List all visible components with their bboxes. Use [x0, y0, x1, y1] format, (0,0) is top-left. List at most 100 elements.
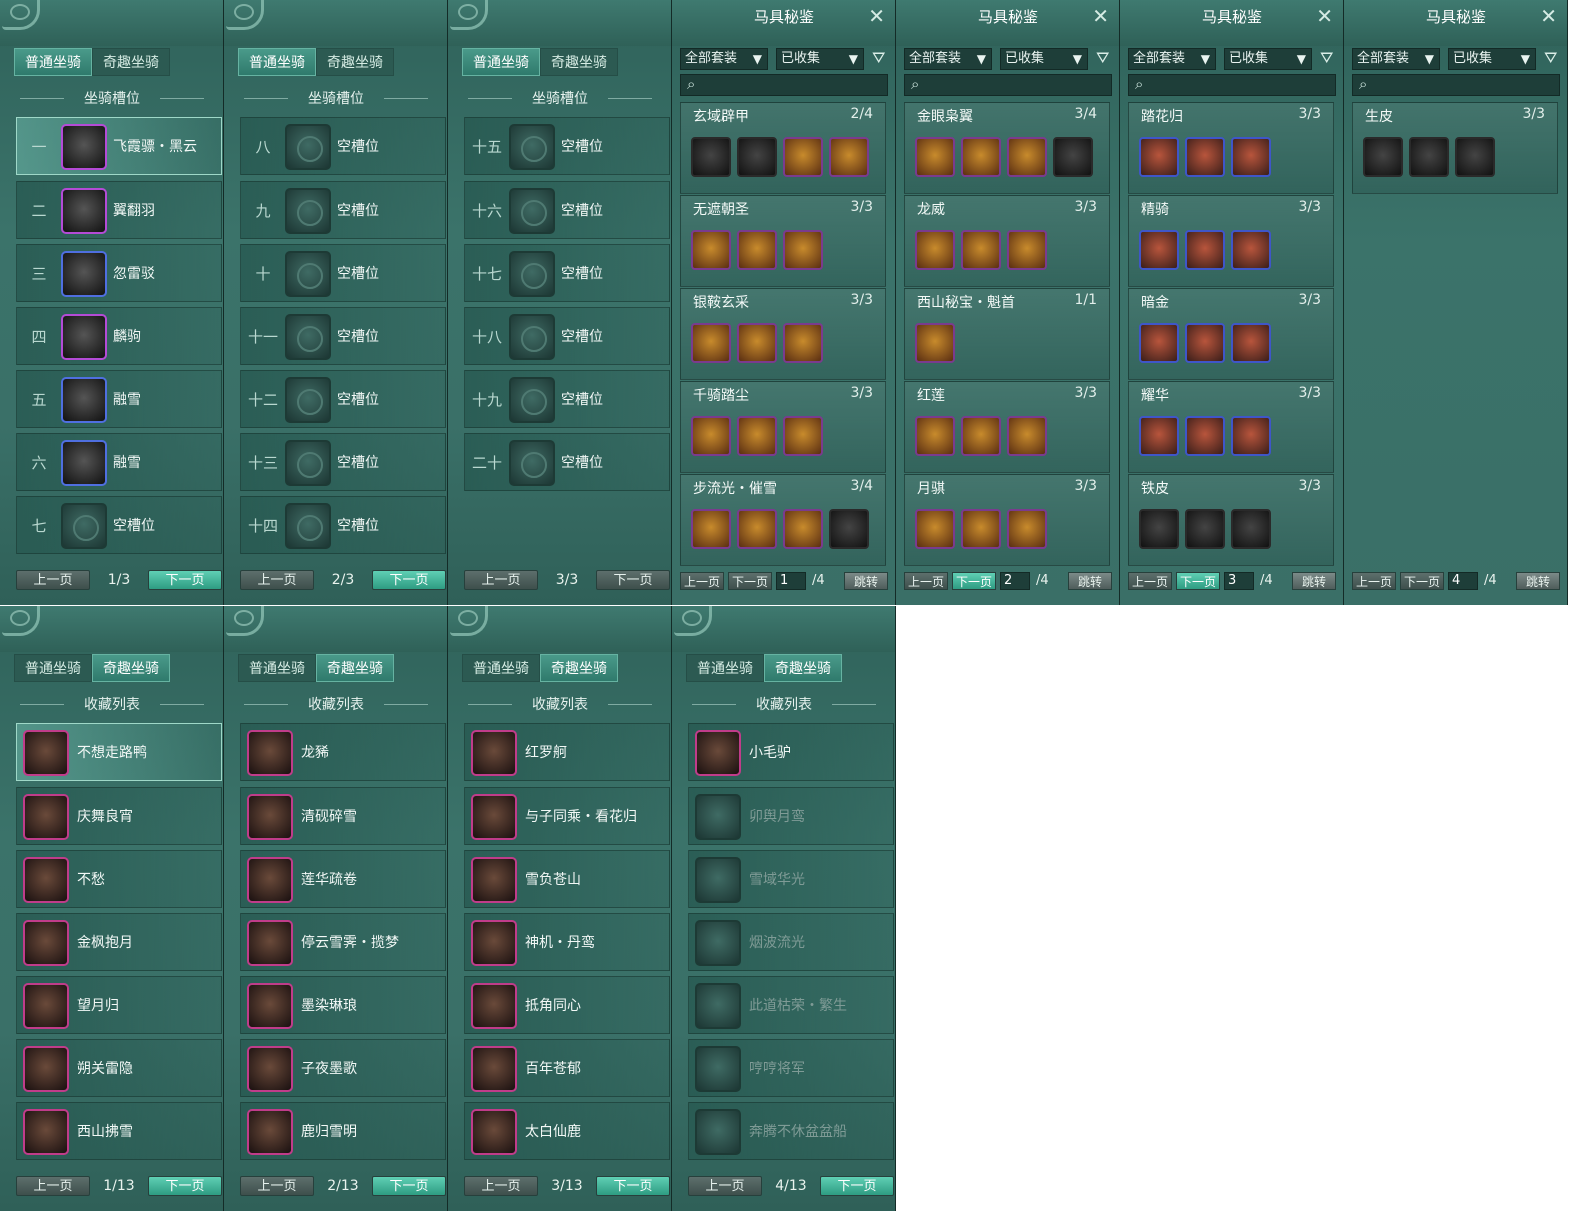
slot-row[interactable]: 八 空槽位 [240, 117, 446, 175]
equipment-item-icon[interactable] [1231, 509, 1271, 549]
tab-normal-mount[interactable]: 普通坐骑 [238, 48, 316, 76]
equipment-item-icon[interactable] [1139, 137, 1179, 177]
collection-row[interactable]: 小毛驴 [688, 723, 894, 781]
prev-page-button[interactable]: 上一页 [240, 570, 314, 590]
collection-row[interactable]: 不愁 [16, 850, 222, 908]
equipment-item-icon[interactable] [783, 230, 823, 270]
equipment-set-card[interactable]: 铁皮 3/3 [1128, 474, 1334, 566]
set-filter-dropdown[interactable]: 全部套装 ▼ [1352, 48, 1440, 70]
collection-row[interactable]: 奔腾不休盆盆船 [688, 1102, 894, 1160]
set-filter-dropdown[interactable]: 全部套装 ▼ [1128, 48, 1216, 70]
collection-row[interactable]: 卯舆月鸾 [688, 787, 894, 845]
slot-row[interactable]: 十 空槽位 [240, 244, 446, 302]
equipment-item-icon[interactable] [961, 137, 1001, 177]
equipment-item-icon[interactable] [1455, 137, 1495, 177]
collection-row[interactable]: 此道枯荣・繁生 [688, 976, 894, 1034]
slot-row[interactable]: 十二 空槽位 [240, 370, 446, 428]
tab-fun-mount[interactable]: 奇趣坐骑 [540, 654, 618, 682]
prev-page-button[interactable]: 上一页 [680, 572, 724, 590]
close-icon[interactable]: ✕ [1316, 4, 1333, 28]
slot-row[interactable]: 十八 空槽位 [464, 307, 670, 365]
collection-row[interactable]: 西山拂雪 [16, 1102, 222, 1160]
tab-normal-mount[interactable]: 普通坐骑 [14, 654, 92, 682]
tab-fun-mount[interactable]: 奇趣坐骑 [764, 654, 842, 682]
collection-row[interactable]: 神机・丹鸾 [464, 913, 670, 971]
equipment-item-icon[interactable] [1007, 509, 1047, 549]
next-page-button[interactable]: 下一页 [1400, 572, 1444, 590]
equipment-item-icon[interactable] [1185, 509, 1225, 549]
equipment-item-icon[interactable] [1185, 323, 1225, 363]
tab-normal-mount[interactable]: 普通坐骑 [462, 48, 540, 76]
tab-normal-mount[interactable]: 普通坐骑 [238, 654, 316, 682]
page-number-input[interactable]: 1 [776, 572, 806, 590]
collected-filter-dropdown[interactable]: 已收集 ▼ [1224, 48, 1312, 70]
prev-page-button[interactable]: 上一页 [1128, 572, 1172, 590]
equipment-item-icon[interactable] [1185, 230, 1225, 270]
slot-row[interactable]: 十六 空槽位 [464, 181, 670, 239]
next-page-button[interactable]: 下一页 [728, 572, 772, 590]
equipment-item-icon[interactable] [691, 509, 731, 549]
page-number-input[interactable]: 3 [1224, 572, 1254, 590]
next-page-button[interactable]: 下一页 [148, 1176, 222, 1196]
equipment-item-icon[interactable] [691, 230, 731, 270]
equipment-item-icon[interactable] [1139, 416, 1179, 456]
equipment-item-icon[interactable] [915, 416, 955, 456]
equipment-item-icon[interactable] [783, 137, 823, 177]
equipment-item-icon[interactable] [1231, 137, 1271, 177]
equipment-item-icon[interactable] [1007, 137, 1047, 177]
collection-row[interactable]: 雪域华光 [688, 850, 894, 908]
close-icon[interactable]: ✕ [1092, 4, 1109, 28]
prev-page-button[interactable]: 上一页 [904, 572, 948, 590]
slot-row[interactable]: 五 融雪 [16, 370, 222, 428]
prev-page-button[interactable]: 上一页 [464, 1176, 538, 1196]
prev-page-button[interactable]: 上一页 [688, 1176, 762, 1196]
slot-row[interactable]: 七 空槽位 [16, 496, 222, 554]
prev-page-button[interactable]: 上一页 [1352, 572, 1396, 590]
equipment-item-icon[interactable] [691, 137, 731, 177]
equipment-item-icon[interactable] [737, 509, 777, 549]
equipment-set-card[interactable]: 金眼枭翼 3/4 [904, 102, 1110, 194]
collection-row[interactable]: 红罗舸 [464, 723, 670, 781]
equipment-set-card[interactable]: 精骑 3/3 [1128, 195, 1334, 287]
prev-page-button[interactable]: 上一页 [16, 1176, 90, 1196]
slot-row[interactable]: 二十 空槽位 [464, 433, 670, 491]
collected-filter-dropdown[interactable]: 已收集 ▼ [1448, 48, 1536, 70]
search-input[interactable]: ⌕ [1128, 74, 1336, 96]
slot-row[interactable]: 十七 空槽位 [464, 244, 670, 302]
collection-row[interactable]: 太白仙鹿 [464, 1102, 670, 1160]
equipment-item-icon[interactable] [691, 323, 731, 363]
jump-button[interactable]: 跳转 [1292, 572, 1336, 590]
collection-row[interactable]: 不想走路鸭 [16, 723, 222, 781]
search-input[interactable]: ⌕ [680, 74, 888, 96]
equipment-item-icon[interactable] [829, 137, 869, 177]
equipment-set-card[interactable]: 银鞍玄采 3/3 [680, 288, 886, 380]
slot-row[interactable]: 十四 空槽位 [240, 496, 446, 554]
slot-row[interactable]: 十三 空槽位 [240, 433, 446, 491]
funnel-icon[interactable]: ⛛ [1096, 48, 1109, 68]
equipment-item-icon[interactable] [961, 416, 1001, 456]
tab-normal-mount[interactable]: 普通坐骑 [462, 654, 540, 682]
equipment-set-card[interactable]: 西山秘宝・魁首 1/1 [904, 288, 1110, 380]
tab-fun-mount[interactable]: 奇趣坐骑 [316, 48, 394, 76]
equipment-item-icon[interactable] [783, 509, 823, 549]
collection-row[interactable]: 鹿归雪明 [240, 1102, 446, 1160]
equipment-item-icon[interactable] [1053, 137, 1093, 177]
equipment-item-icon[interactable] [915, 509, 955, 549]
slot-row[interactable]: 二 翼翻羽 [16, 181, 222, 239]
collection-row[interactable]: 龙豨 [240, 723, 446, 781]
collection-row[interactable]: 庆舞良宵 [16, 787, 222, 845]
equipment-item-icon[interactable] [961, 230, 1001, 270]
collection-row[interactable]: 子夜墨歌 [240, 1039, 446, 1097]
next-page-button[interactable]: 下一页 [1176, 572, 1220, 590]
collected-filter-dropdown[interactable]: 已收集 ▼ [1000, 48, 1088, 70]
equipment-item-icon[interactable] [1231, 230, 1271, 270]
search-input[interactable]: ⌕ [904, 74, 1112, 96]
equipment-item-icon[interactable] [737, 416, 777, 456]
equipment-item-icon[interactable] [783, 416, 823, 456]
collected-filter-dropdown[interactable]: 已收集 ▼ [776, 48, 864, 70]
tab-normal-mount[interactable]: 普通坐骑 [14, 48, 92, 76]
slot-row[interactable]: 九 空槽位 [240, 181, 446, 239]
equipment-item-icon[interactable] [737, 230, 777, 270]
search-input[interactable]: ⌕ [1352, 74, 1560, 96]
equipment-item-icon[interactable] [1185, 137, 1225, 177]
